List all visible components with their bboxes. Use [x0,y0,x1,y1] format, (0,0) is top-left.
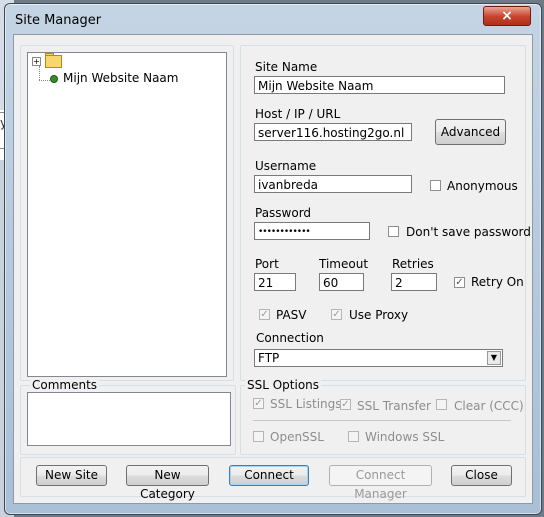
openssl-checkbox[interactable] [253,431,264,442]
site-tree[interactable]: + Mijn Website Naam [27,52,227,377]
pasv-label: PASV [276,308,307,322]
dont-save-password-label: Don't save password [406,225,531,239]
windows-ssl-checkbox[interactable] [348,431,359,442]
pasv-checkbox[interactable]: ✓ [259,309,270,320]
timeout-input[interactable]: 60 [319,273,364,291]
clear-ccc-label: Clear (CCC) [454,399,524,413]
new-category-button[interactable]: New Category [126,465,209,501]
anonymous-checkbox[interactable] [430,180,441,191]
connection-selected-value: FTP [258,351,280,365]
new-site-button[interactable]: New Site [36,465,107,486]
password-label: Password [255,206,312,220]
ssl-listings-checkbox[interactable]: ✓ [253,398,264,409]
password-input[interactable]: •••••••••••• [254,222,370,240]
site-icon [50,75,58,83]
openssl-label: OpenSSL [270,430,324,444]
dialog-client: + Mijn Website Naam Comments Site Name M… [13,34,533,504]
retries-input[interactable]: 2 [391,273,437,291]
site-manager-window: Site Manager × + Mijn Website Naam Comme… [4,3,542,515]
window-close-button[interactable]: × [483,6,531,26]
tree-item-site[interactable]: Mijn Website Naam [63,71,178,85]
tree-connector [39,66,40,80]
comments-label: Comments [30,378,100,392]
ssl-options-label: SSL Options [245,378,322,392]
connect-button[interactable]: Connect [229,465,309,486]
port-input[interactable]: 21 [254,273,296,291]
tree-connector [39,80,50,81]
anonymous-label: Anonymous [447,179,518,193]
connection-select[interactable]: FTP ▼ [254,349,503,367]
comments-field[interactable] [27,392,231,446]
close-button[interactable]: Close [451,465,512,486]
ssl-divider [253,420,511,421]
retry-on-checkbox[interactable]: ✓ [454,277,465,288]
clear-ccc-checkbox[interactable] [436,399,447,410]
folder-icon [45,55,62,68]
retry-on-label: Retry On [471,275,524,289]
advanced-button[interactable]: Advanced [435,119,506,145]
use-proxy-label: Use Proxy [349,308,409,322]
host-label: Host / IP / URL [255,107,341,121]
username-input[interactable]: ivanbreda [254,175,412,193]
chevron-down-icon[interactable]: ▼ [487,351,501,365]
ssl-transfer-label: SSL Transfer [357,399,431,413]
site-name-input[interactable]: Mijn Website Naam [254,76,505,94]
title-bar[interactable]: Site Manager × [5,4,541,34]
window-title: Site Manager [15,13,102,28]
site-name-label: Site Name [255,60,318,74]
port-label: Port [255,257,279,271]
username-label: Username [255,159,317,173]
windows-ssl-label: Windows SSL [365,430,445,444]
dont-save-password-checkbox[interactable] [388,226,399,237]
ssl-transfer-checkbox[interactable]: ✓ [340,399,351,410]
connection-label: Connection [256,331,324,345]
connect-manager-button[interactable]: Connect Manager [329,465,432,501]
use-proxy-checkbox[interactable]: ✓ [331,309,342,320]
host-input[interactable]: server116.hosting2go.nl [254,123,412,141]
expand-icon[interactable]: + [32,57,41,66]
timeout-label: Timeout [319,257,369,271]
ssl-listings-label: SSL Listings [270,397,342,411]
retries-label: Retries [392,257,434,271]
